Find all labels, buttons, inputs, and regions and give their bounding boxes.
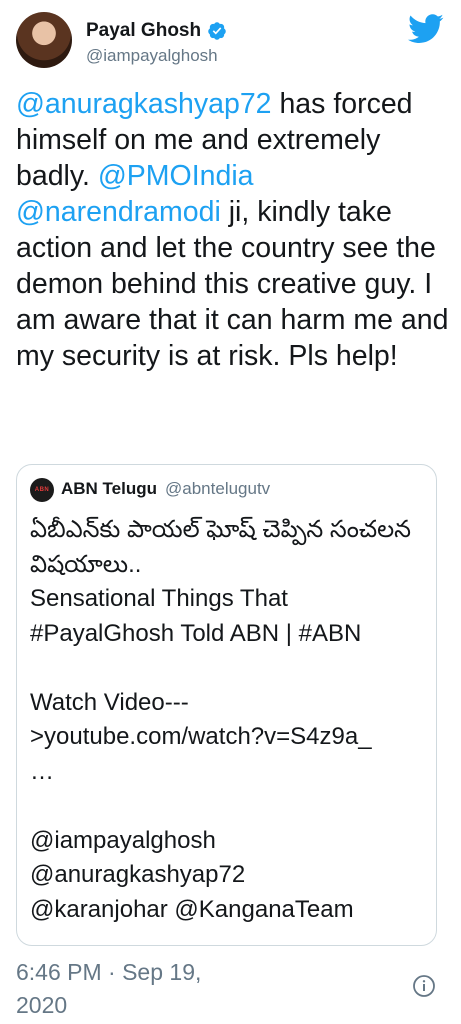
mention-link[interactable]: @PMOIndia [98,160,254,192]
quoted-author-name: ABN Telugu [61,479,158,498]
quoted-tweet-card[interactable]: ABN ABN Telugu @abntelugutv ఏబీఎన్‌కు పా… [16,464,437,946]
tweet-timestamp[interactable]: 6:46 PM · Sep 19, 2020 [16,956,216,1022]
twitter-bird-icon[interactable] [408,14,444,44]
quoted-tweet-text: ఏబీఎన్‌కు పాయల్ ఘోష్ చెప్పిన సంచలన విషయా… [30,516,412,923]
quoted-author-avatar: ABN [30,478,54,502]
quoted-author-handle: @abntelugutv [165,479,271,498]
author-avatar[interactable] [16,12,72,68]
verified-badge-icon [208,22,226,40]
tweet-text: @anuragkashyap72 has forced himself on m… [16,86,451,374]
author-name-row: Payal Ghosh [86,20,227,42]
quoted-tweet-header: ABN Telugu @abntelugutv [61,479,270,499]
mention-link[interactable]: @narendramodi [16,196,221,228]
author-display-name[interactable]: Payal Ghosh [86,20,201,42]
mention-link[interactable]: @anuragkashyap72 [16,88,272,120]
info-icon[interactable] [412,974,436,998]
author-handle[interactable]: @iampayalghosh [86,46,218,66]
